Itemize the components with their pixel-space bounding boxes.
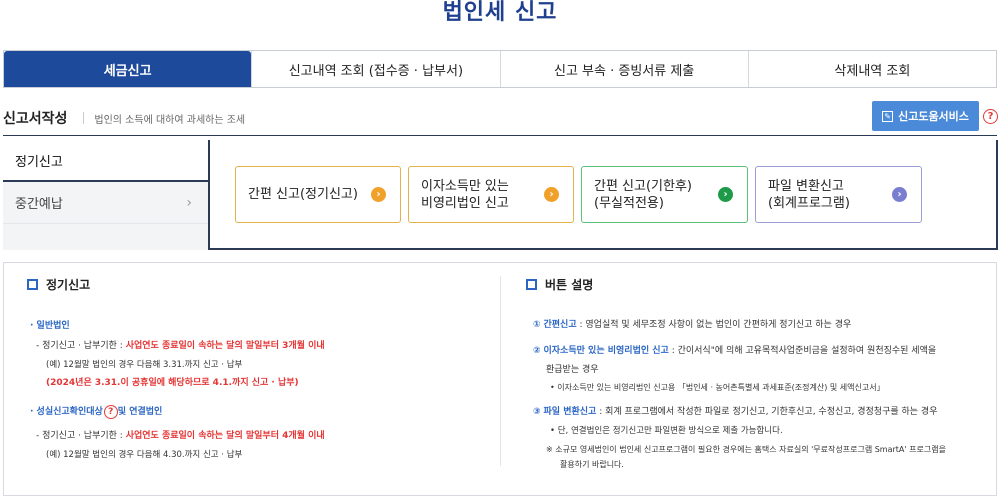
menu-item-interim[interactable]: 중간예납 › bbox=[3, 182, 210, 224]
square-bullet-icon bbox=[27, 279, 38, 290]
chevron-right-icon: › bbox=[718, 187, 733, 202]
tab-history[interactable]: 신고내역 조회 (접수증 · 납부서) bbox=[251, 51, 500, 87]
chevron-right-icon: › bbox=[544, 187, 559, 202]
confirm-example: (예) 12월말 법인의 경우 다음해 4.30.까지 신고 · 납부 bbox=[46, 450, 243, 460]
side-menu: 정기신고 중간예납 › bbox=[3, 140, 210, 250]
card-label: 파일 변환신고 bbox=[768, 178, 844, 194]
card-simple-late[interactable]: 간편 신고(기한후) (무실적전용) › bbox=[581, 166, 748, 223]
confirm-corp-label: · 성실신고확인대상? 및 연결법인 bbox=[30, 404, 163, 419]
card-nonprofit-interest[interactable]: 이자소득만 있는 비영리법인 신고 › bbox=[408, 166, 574, 223]
help-service-label: 신고도움서비스 bbox=[898, 110, 969, 123]
divider bbox=[3, 135, 997, 136]
menu-item-regular[interactable]: 정기신고 bbox=[3, 140, 210, 182]
divider bbox=[83, 112, 85, 124]
desc-item-3-bullet: • 단, 연결법인은 정기신고만 파일변환 방식으로 제출 가능합니다. bbox=[550, 426, 783, 436]
square-bullet-icon bbox=[526, 279, 537, 290]
card-label: 비영리법인 신고 bbox=[421, 195, 509, 211]
tab-bar: 세금신고 신고내역 조회 (접수증 · 납부서) 신고 부속 · 증빙서류 제출… bbox=[3, 50, 997, 88]
question-icon[interactable]: ? bbox=[983, 109, 998, 124]
chevron-right-icon: › bbox=[892, 187, 907, 202]
divider bbox=[500, 276, 501, 466]
smarta-note-cont: 활용하기 바랍니다. bbox=[560, 460, 624, 469]
tab-attachments[interactable]: 신고 부속 · 증빙서류 제출 bbox=[499, 51, 748, 87]
general-deadline: - 정기신고 · 납부기한 : 사업연도 종료일이 속하는 달의 말일부터 3개… bbox=[36, 341, 325, 351]
card-label: (회계프로그램) bbox=[768, 195, 850, 211]
page-title: 법인세 신고 bbox=[442, 0, 558, 25]
desc-item-2-bullet: • 이자소득만 있는 비영리법인 신고용 「법인세 · 농어촌특별세 과세표준(… bbox=[550, 383, 885, 392]
card-simple-regular[interactable]: 간편 신고(정기신고) › bbox=[235, 166, 401, 223]
section-description: 법인의 소득에 대하여 과세하는 조세 bbox=[94, 114, 246, 126]
card-label: (무실적전용) bbox=[594, 195, 664, 211]
menu-item-label: 정기신고 bbox=[15, 154, 63, 170]
desc-item-2-cont: 환급받는 경우 bbox=[546, 365, 599, 375]
desc-item-1: ① 간편신고 : 영업실적 및 세무조정 사항이 없는 법인이 간편하게 정기신… bbox=[533, 320, 852, 330]
help-service-button[interactable]: ✎ 신고도움서비스 bbox=[872, 101, 979, 131]
button-description-title: 버튼 설명 bbox=[526, 276, 593, 293]
desc-item-3: ③ 파일 변환신고 : 회계 프로그램에서 작성한 파일로 정기신고, 기한후신… bbox=[533, 407, 938, 417]
section-header: 신고서작성 법인의 소득에 대하여 과세하는 조세 bbox=[3, 108, 245, 128]
general-corp-label: · 일반법인 bbox=[30, 321, 70, 331]
card-label: 간편 신고(기한후) bbox=[594, 178, 692, 194]
card-file-conversion[interactable]: 파일 변환신고 (회계프로그램) › bbox=[755, 166, 922, 223]
tab-deleted[interactable]: 삭제내역 조회 bbox=[747, 51, 996, 87]
confirm-deadline: - 정기신고 · 납부기한 : 사업연도 종료일이 속하는 달의 말일부터 4개… bbox=[36, 431, 325, 441]
smarta-note: ※ 소규모 영세법인이 법인세 신고프로그램이 필요한 경우에는 홈택스 자료실… bbox=[546, 445, 946, 454]
question-icon[interactable]: ? bbox=[103, 404, 118, 419]
general-example: (예) 12월말 법인의 경우 다음해 3.31.까지 신고 · 납부 bbox=[46, 360, 243, 370]
menu-item-label: 중간예납 bbox=[15, 197, 63, 212]
chevron-right-icon: › bbox=[186, 194, 192, 211]
tab-tax-return[interactable]: 세금신고 bbox=[4, 51, 252, 87]
chevron-right-icon: › bbox=[371, 187, 386, 202]
regular-section-title: 정기신고 bbox=[27, 276, 90, 293]
section-title: 신고서작성 bbox=[3, 111, 68, 127]
card-label: 이자소득만 있는 bbox=[421, 178, 509, 194]
card-label: 간편 신고(정기신고) bbox=[248, 187, 358, 202]
edit-icon: ✎ bbox=[882, 110, 894, 122]
desc-item-2: ② 이자소득만 있는 비영리법인 신고 : 간이서식"에 의해 고유목적사업준비… bbox=[533, 346, 937, 356]
general-holiday-note: (2024년은 3.31.이 공휴일에 해당하므로 4.1.까지 신고 · 납부… bbox=[46, 378, 299, 388]
